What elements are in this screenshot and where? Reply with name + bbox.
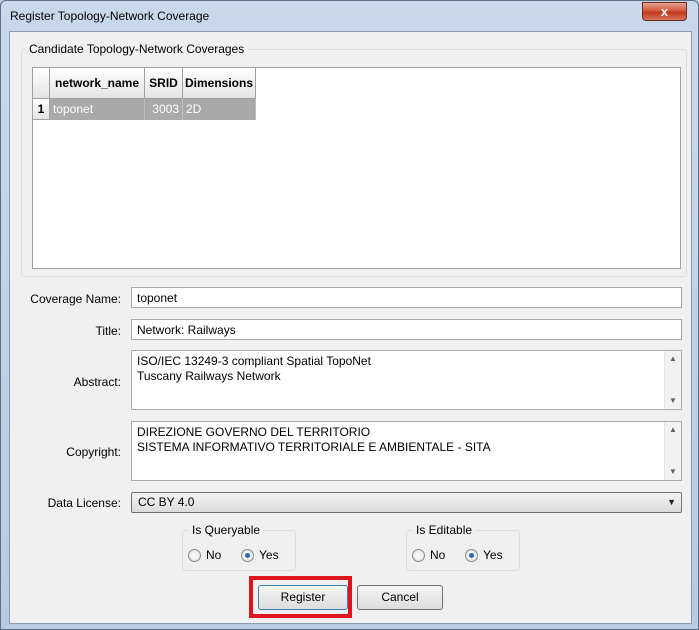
- is-editable-label: Is Editable: [413, 523, 476, 537]
- table-cell-srid[interactable]: 3003: [145, 99, 183, 120]
- editable-no-radio[interactable]: No: [412, 548, 445, 562]
- is-queryable-label: Is Queryable: [189, 523, 264, 537]
- title-bar[interactable]: Register Topology-Network Coverage x: [1, 1, 698, 31]
- scroll-down-icon[interactable]: ▼: [665, 464, 681, 480]
- data-license-select[interactable]: CC BY 4.0 ▼: [131, 492, 682, 513]
- radio-unchecked-icon[interactable]: [412, 548, 425, 562]
- window-title: Register Topology-Network Coverage: [10, 9, 210, 23]
- copyright-label: Copyright:: [66, 445, 121, 459]
- queryable-no-radio[interactable]: No: [188, 548, 221, 562]
- queryable-no-label: No: [206, 548, 222, 562]
- table-cell-dimensions[interactable]: 2D: [183, 99, 256, 120]
- column-header-dimensions[interactable]: Dimensions: [183, 68, 256, 99]
- copyright-line: SISTEMA INFORMATIVO TERRITORIALE E AMBIE…: [137, 440, 491, 454]
- copyright-line: DIREZIONE GOVERNO DEL TERRITORIO: [137, 425, 371, 439]
- queryable-yes-label: Yes: [259, 548, 279, 562]
- title-label: Title:: [95, 324, 121, 338]
- copyright-textarea[interactable]: DIREZIONE GOVERNO DEL TERRITORIO SISTEMA…: [131, 421, 682, 481]
- table-cell-network-name[interactable]: toponet: [50, 99, 145, 120]
- data-license-value: CC BY 4.0: [138, 495, 195, 509]
- candidates-table[interactable]: network_name SRID Dimensions 1 toponet 3…: [32, 67, 681, 269]
- close-button[interactable]: x: [642, 2, 687, 21]
- data-license-label: Data License:: [47, 496, 121, 510]
- title-input[interactable]: Network: Railways: [131, 319, 682, 340]
- cancel-button[interactable]: Cancel: [357, 585, 443, 610]
- abstract-line: ISO/IEC 13249-3 compliant Spatial TopoNe…: [137, 354, 371, 368]
- abstract-line: Tuscany Railways Network: [137, 369, 281, 383]
- scroll-down-icon[interactable]: ▼: [665, 393, 681, 409]
- radio-checked-icon[interactable]: [241, 548, 254, 562]
- dialog-window: Register Topology-Network Coverage x Can…: [0, 0, 699, 630]
- editable-yes-radio[interactable]: Yes: [465, 548, 503, 562]
- column-header-network-name[interactable]: network_name: [50, 68, 145, 99]
- candidates-group-label: Candidate Topology-Network Coverages: [26, 42, 248, 56]
- scroll-up-icon[interactable]: ▲: [665, 351, 681, 367]
- coverage-name-label: Coverage Name:: [30, 292, 121, 306]
- editable-no-label: No: [430, 548, 446, 562]
- close-icon: x: [660, 4, 669, 19]
- coverage-name-input[interactable]: toponet: [131, 287, 682, 308]
- abstract-textarea[interactable]: ISO/IEC 13249-3 compliant Spatial TopoNe…: [131, 350, 682, 410]
- abstract-scrollbar[interactable]: ▲ ▼: [664, 351, 681, 409]
- radio-unchecked-icon[interactable]: [188, 548, 201, 562]
- table-corner-cell[interactable]: [33, 68, 50, 99]
- row-header[interactable]: 1: [33, 99, 50, 120]
- dialog-client-area: Candidate Topology-Network Coverages net…: [9, 31, 692, 624]
- chevron-down-icon[interactable]: ▼: [667, 497, 676, 507]
- column-header-srid[interactable]: SRID: [145, 68, 183, 99]
- register-highlight-box: [249, 576, 352, 618]
- queryable-yes-radio[interactable]: Yes: [241, 548, 279, 562]
- editable-yes-label: Yes: [483, 548, 503, 562]
- copyright-scrollbar[interactable]: ▲ ▼: [664, 422, 681, 480]
- radio-checked-icon[interactable]: [465, 548, 478, 562]
- scroll-up-icon[interactable]: ▲: [665, 422, 681, 438]
- abstract-label: Abstract:: [73, 375, 121, 389]
